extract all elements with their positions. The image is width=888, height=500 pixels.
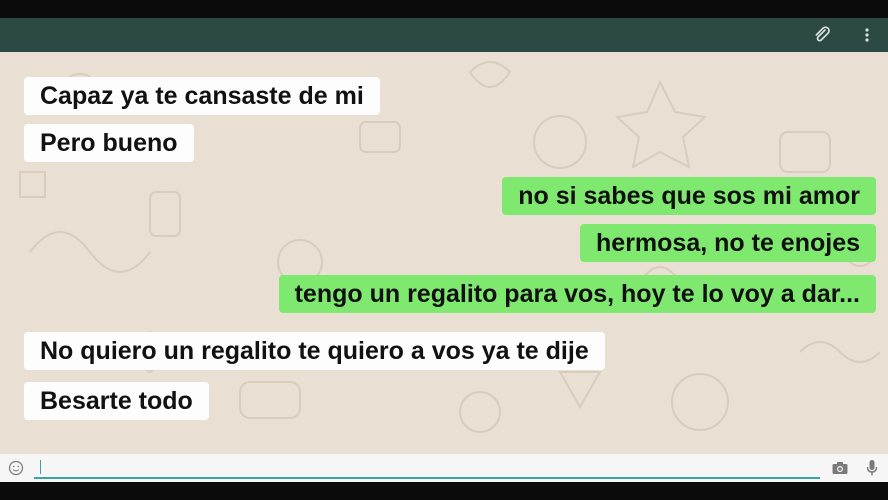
screen-bottom-edge [0, 482, 888, 500]
message-input[interactable] [34, 457, 820, 479]
compose-bar [0, 454, 888, 482]
message-bubble-outgoing[interactable]: hermosa, no te enojes [580, 224, 876, 262]
message-text: No quiero un regalito te quiero a vos ya… [40, 337, 589, 365]
chat-header [0, 18, 888, 52]
camera-icon[interactable] [830, 458, 850, 478]
microphone-icon[interactable] [862, 458, 882, 478]
message-bubble-incoming[interactable]: Pero bueno [24, 124, 194, 162]
conversation-pane[interactable]: Capaz ya te cansaste de mi Pero bueno no… [0, 52, 888, 454]
message-text: Besarte todo [40, 387, 193, 415]
message-text: Capaz ya te cansaste de mi [40, 82, 364, 110]
text-caret [40, 460, 41, 474]
message-bubble-incoming[interactable]: Besarte todo [24, 382, 209, 420]
app-window: Capaz ya te cansaste de mi Pero bueno no… [0, 0, 888, 500]
message-text: tengo un regalito para vos, hoy te lo vo… [294, 280, 860, 308]
message-bubble-incoming[interactable]: Capaz ya te cansaste de mi [24, 77, 380, 115]
message-text: Pero bueno [40, 129, 178, 157]
message-text: hermosa, no te enojes [596, 229, 860, 257]
message-bubble-incoming[interactable]: No quiero un regalito te quiero a vos ya… [24, 332, 605, 370]
more-vert-icon[interactable] [857, 25, 877, 45]
message-bubble-outgoing[interactable]: tengo un regalito para vos, hoy te lo vo… [278, 275, 876, 313]
message-bubble-outgoing[interactable]: no si sabes que sos mi amor [502, 177, 876, 215]
paperclip-icon[interactable] [812, 25, 832, 45]
message-text: no si sabes que sos mi amor [518, 182, 860, 210]
emoji-icon[interactable] [6, 458, 26, 478]
